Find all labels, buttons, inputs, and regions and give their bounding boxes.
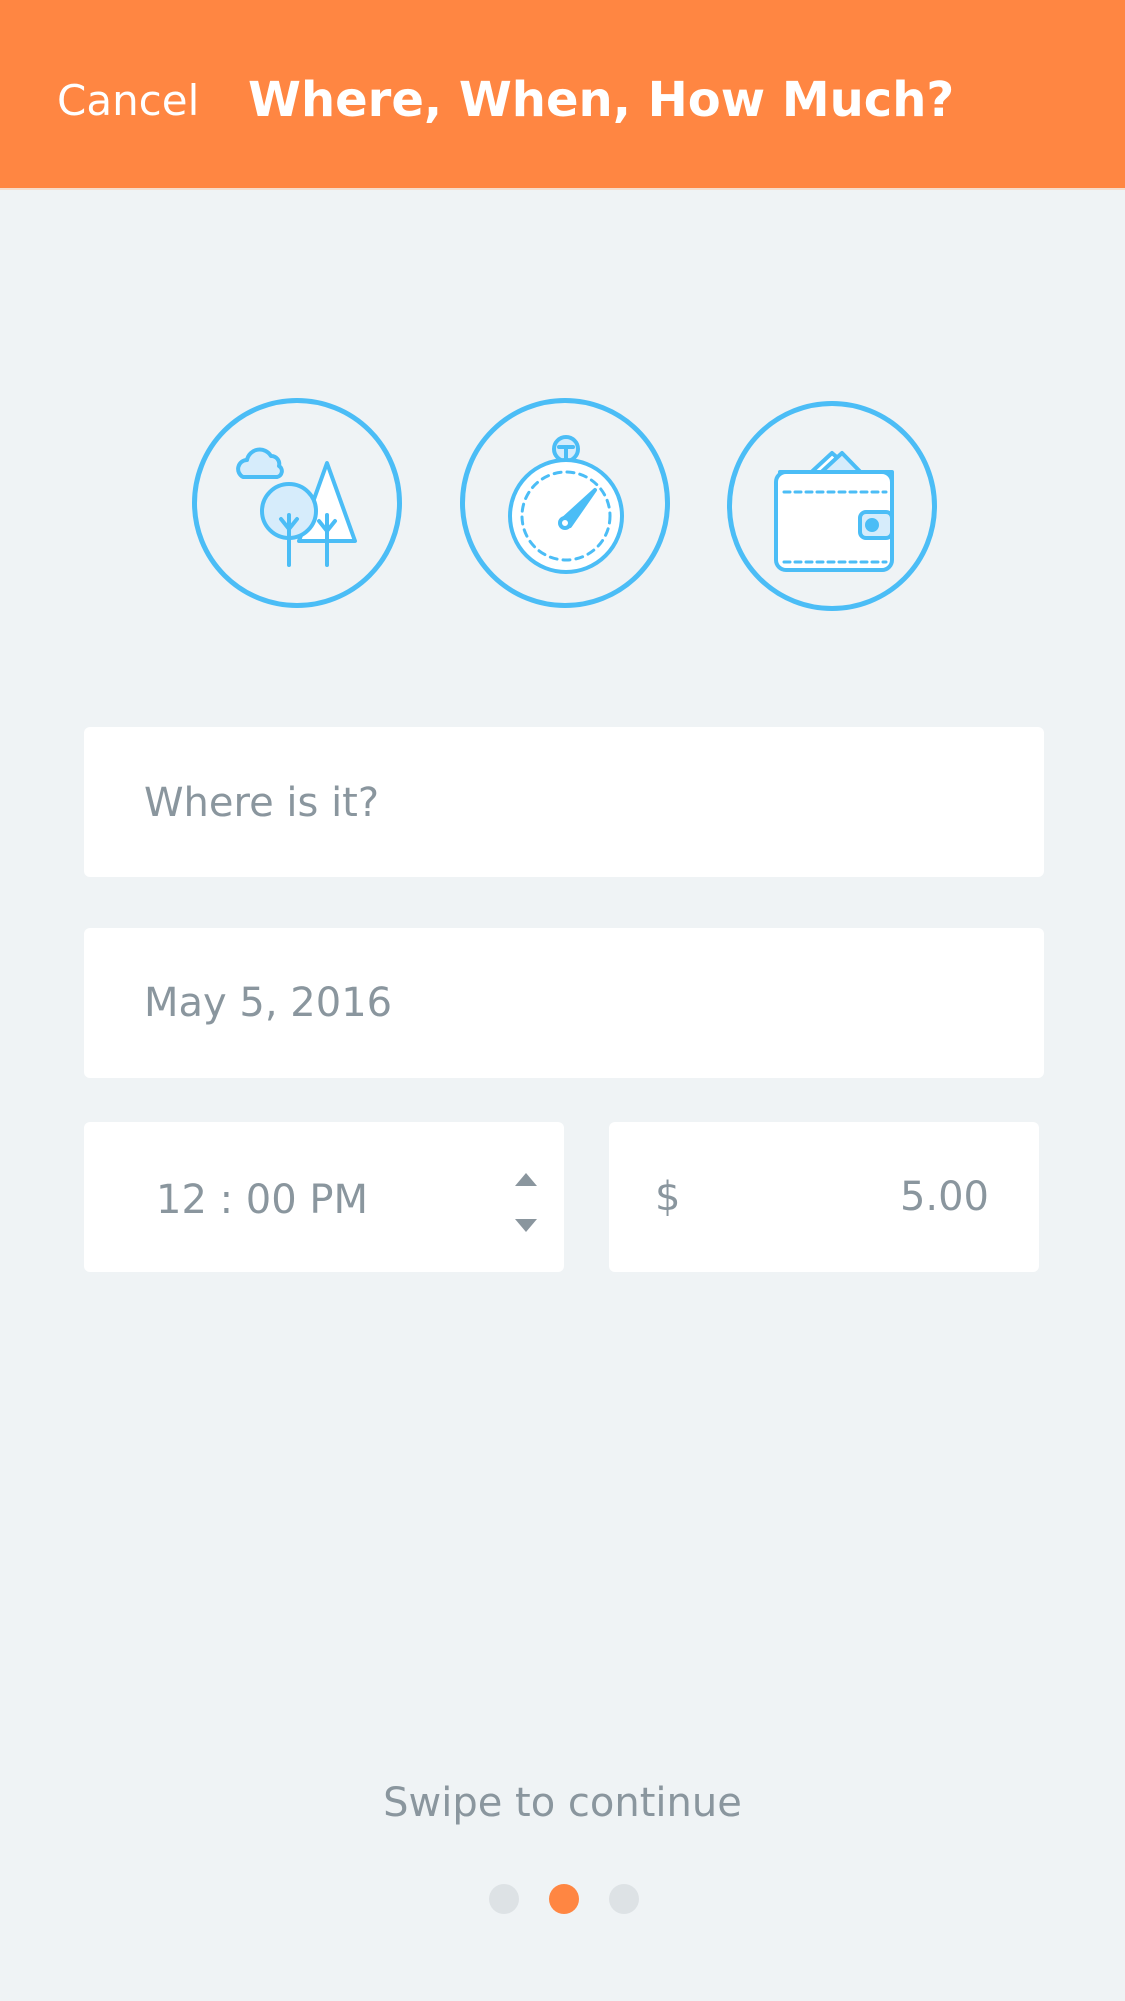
location-field[interactable]: Where is it? bbox=[84, 727, 1044, 877]
date-value: May 5, 2016 bbox=[144, 980, 393, 1026]
page-title: Where, When, How Much? bbox=[248, 72, 955, 128]
time-value: 12 : 00 PM bbox=[156, 1177, 369, 1223]
price-field[interactable]: $ 5.00 bbox=[609, 1122, 1039, 1272]
time-increment-icon[interactable] bbox=[515, 1173, 537, 1186]
wallet-icon bbox=[727, 401, 937, 611]
time-field[interactable]: 12 : 00 PM bbox=[84, 1122, 564, 1272]
stopwatch-icon bbox=[460, 398, 670, 608]
currency-symbol: $ bbox=[655, 1174, 681, 1220]
page-dot-3[interactable] bbox=[609, 1884, 639, 1914]
price-value: 5.00 bbox=[899, 1174, 989, 1220]
cancel-button[interactable]: Cancel bbox=[57, 74, 199, 128]
location-placeholder: Where is it? bbox=[144, 780, 380, 826]
page-dot-1[interactable] bbox=[489, 1884, 519, 1914]
park-icon bbox=[192, 398, 402, 608]
time-decrement-icon[interactable] bbox=[515, 1219, 537, 1232]
header-bar: Cancel Where, When, How Much? bbox=[0, 0, 1125, 190]
date-field[interactable]: May 5, 2016 bbox=[84, 928, 1044, 1078]
page-dot-2[interactable] bbox=[549, 1884, 579, 1914]
swipe-hint: Swipe to continue bbox=[383, 1780, 742, 1826]
